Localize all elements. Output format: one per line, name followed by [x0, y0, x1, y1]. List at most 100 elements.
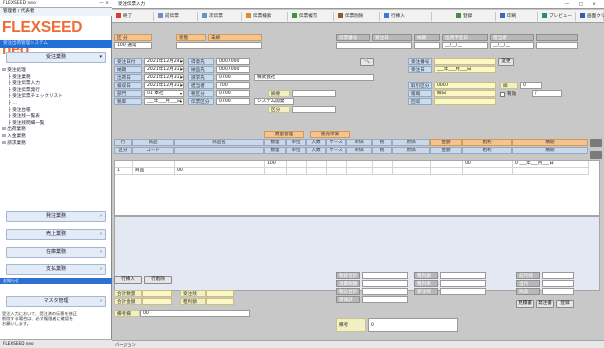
toolbar-button[interactable]: 画面クリア	[578, 12, 604, 21]
right-field-value[interactable]: 0007	[434, 82, 496, 89]
grid-cell[interactable]	[265, 168, 287, 175]
header-row-field2[interactable]: 0007000	[216, 66, 250, 73]
grid-cell[interactable]	[133, 161, 175, 168]
grid-cell[interactable]: 00	[175, 168, 265, 175]
grid-cell[interactable]	[327, 168, 347, 175]
bikou-field[interactable]: 00	[140, 310, 250, 317]
nav-button-sales[interactable]: 売上業務 ›	[6, 229, 106, 240]
sub3-field[interactable]	[292, 106, 336, 113]
grid-cell[interactable]	[393, 161, 431, 168]
nav-button-master[interactable]: マスタ管理 ›	[6, 296, 106, 307]
summary-value[interactable]	[362, 288, 408, 295]
remain-field[interactable]	[206, 290, 234, 297]
kubun-field[interactable]: 100 通常	[114, 42, 152, 49]
nav-button-order[interactable]: 受注業務 ▾	[6, 52, 106, 63]
header-row-field[interactable]: 2021年12月31日	[144, 66, 184, 73]
tree-item[interactable]: ├ 受注残一覧表	[2, 114, 110, 121]
grid-cell[interactable]	[175, 161, 265, 168]
right-action-button[interactable]: 登録	[556, 300, 574, 308]
grid-cell[interactable]	[347, 168, 373, 175]
row-scroll-up[interactable]	[590, 139, 602, 147]
grid-cell[interactable]	[431, 168, 463, 175]
grid-cell[interactable]: 100	[265, 161, 287, 168]
toolbar-button[interactable]: 登録	[454, 12, 496, 21]
grid-cell[interactable]	[307, 168, 327, 175]
nav-button-payment[interactable]: 支払業務 ›	[6, 264, 106, 275]
row-scroll-down[interactable]	[590, 151, 602, 159]
nouki-field[interactable]	[414, 42, 440, 49]
header-row-field2[interactable]: 0700	[216, 98, 250, 105]
customer-name-field[interactable]: 株式会社	[254, 74, 374, 81]
grid-cell[interactable]	[287, 161, 307, 168]
header-row-field[interactable]: 2021年12月31日	[144, 82, 184, 89]
right-field-value[interactable]	[434, 58, 496, 65]
grid-cell[interactable]	[327, 161, 347, 168]
right-action-button[interactable]: 発注書	[536, 300, 554, 308]
tree-item[interactable]: ├ …	[2, 101, 110, 108]
grid-cell[interactable]: 1	[115, 168, 133, 175]
summary-value[interactable]	[440, 288, 486, 295]
grid-cell[interactable]	[431, 161, 463, 168]
nav-button-stock[interactable]: 在庫業務 ›	[6, 247, 106, 258]
search-button[interactable]: 🔍	[360, 58, 374, 66]
summary-value[interactable]	[362, 280, 408, 287]
toolbar-button[interactable]: 次伝票	[200, 12, 242, 21]
toolbar-button[interactable]: 伝票削除	[336, 12, 380, 21]
summary-value[interactable]	[362, 272, 408, 279]
toolbar-button[interactable]: 伝票検索	[244, 12, 288, 21]
grid-cell[interactable]	[463, 168, 513, 175]
header-row-field[interactable]: ___年___月___日	[144, 98, 184, 105]
grid-cell[interactable]	[393, 168, 431, 175]
toolbar-button[interactable]: 印刷	[498, 12, 538, 21]
tree-item[interactable]: ├ 受注伝票チェックリスト	[2, 94, 110, 101]
right-summary-value[interactable]	[542, 272, 574, 279]
header-row-field2[interactable]: 700	[216, 82, 250, 89]
shukka-field[interactable]: __/__/__	[442, 42, 488, 49]
toolbar-button[interactable]: 前伝票	[156, 12, 198, 21]
denpyo-field[interactable]	[336, 42, 412, 49]
memo-field[interactable]: 0	[368, 318, 458, 332]
extra-header-field[interactable]	[536, 42, 578, 49]
tree-item[interactable]: ⊟ 出荷業務	[2, 127, 110, 134]
date-mini-field[interactable]: /	[532, 90, 562, 97]
sub1-field[interactable]	[292, 90, 336, 97]
summary-value[interactable]	[362, 296, 408, 303]
header-row-field2[interactable]: 0700	[216, 90, 250, 97]
nav-button-purchase[interactable]: 発注業務 ›	[6, 211, 106, 222]
toolbar-button[interactable]: 終了	[114, 12, 154, 21]
tree-item[interactable]: ⊟ 請求業務	[2, 141, 110, 148]
add-row-button[interactable]: 行挿入	[114, 276, 142, 284]
tree-item[interactable]: ⊟ 入金業務	[2, 134, 110, 141]
right-action-button[interactable]: 見積書	[516, 300, 534, 308]
grid-cell[interactable]: 00	[463, 161, 513, 168]
header-row-field2[interactable]: 0007000	[216, 58, 250, 65]
delete-row-button[interactable]: 行削除	[144, 276, 172, 284]
grid-cell[interactable]	[307, 161, 327, 168]
right-summary-value[interactable]	[542, 288, 574, 295]
grid-cell[interactable]	[287, 168, 307, 175]
header-row-field[interactable]: 2021年12月31日	[144, 74, 184, 81]
header-row-field[interactable]: 01 本社	[144, 90, 184, 97]
grid-cell[interactable]	[373, 168, 393, 175]
right-summary-value[interactable]	[542, 280, 574, 287]
toolbar-button[interactable]: 行挿入	[382, 12, 432, 21]
grid-cell[interactable]: 商品	[133, 168, 175, 175]
active-checkbox[interactable]	[500, 92, 505, 97]
grid-cell[interactable]: 0 ___年___月___日	[513, 161, 589, 168]
grid-cell[interactable]	[347, 161, 373, 168]
right-field-value[interactable]: 締日	[434, 90, 496, 97]
window-controls[interactable]: — □ ×	[565, 0, 600, 9]
project-field[interactable]: システム開発	[254, 98, 294, 105]
grid-cell[interactable]	[115, 161, 133, 168]
status-field[interactable]	[176, 42, 262, 49]
tantou-field[interactable]: __/__/__	[490, 42, 534, 49]
summary-value[interactable]	[440, 280, 486, 287]
sum-amount-field[interactable]	[142, 298, 172, 305]
tree-item[interactable]: ├ 受注伝票入力	[2, 81, 110, 88]
menu-window-controls[interactable]: — ×	[99, 0, 109, 8]
header-row-field[interactable]: 2021年12月24日	[144, 58, 184, 65]
summary-value[interactable]	[440, 272, 486, 279]
grid-cell[interactable]	[513, 168, 589, 175]
sum-qty-field[interactable]	[142, 290, 172, 297]
toolbar-button[interactable]: プレビュー	[540, 12, 576, 21]
